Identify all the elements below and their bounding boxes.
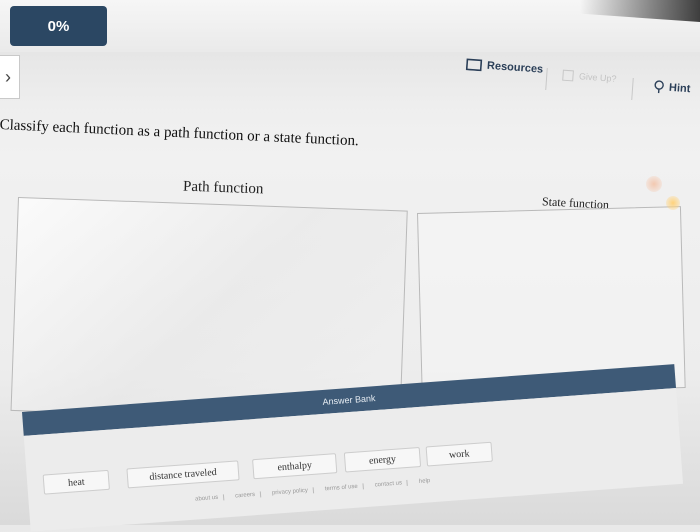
hint-button[interactable]: Hint — [654, 80, 691, 97]
folder-icon — [466, 57, 483, 71]
hint-label: Hint — [669, 82, 691, 95]
answer-chip-energy[interactable]: energy — [344, 447, 421, 473]
answer-chip-heat[interactable]: heat — [43, 470, 110, 495]
question-prompt: Classify each function as a path functio… — [0, 117, 359, 150]
lightbulb-icon — [654, 80, 665, 95]
answer-chip-work[interactable]: work — [426, 442, 493, 467]
screen-glare — [666, 196, 680, 210]
back-button[interactable]: › — [0, 55, 20, 99]
screen-glare — [646, 176, 662, 192]
path-function-label: Path function — [183, 179, 264, 199]
flag-icon — [562, 69, 575, 82]
answer-chip-distance-traveled[interactable]: distance traveled — [126, 460, 239, 488]
answer-chip-enthalpy[interactable]: enthalpy — [252, 453, 337, 479]
chevron-right-icon: › — [5, 67, 11, 88]
give-up-label: Give Up? — [579, 71, 617, 84]
progress-badge: 0% — [10, 6, 107, 46]
